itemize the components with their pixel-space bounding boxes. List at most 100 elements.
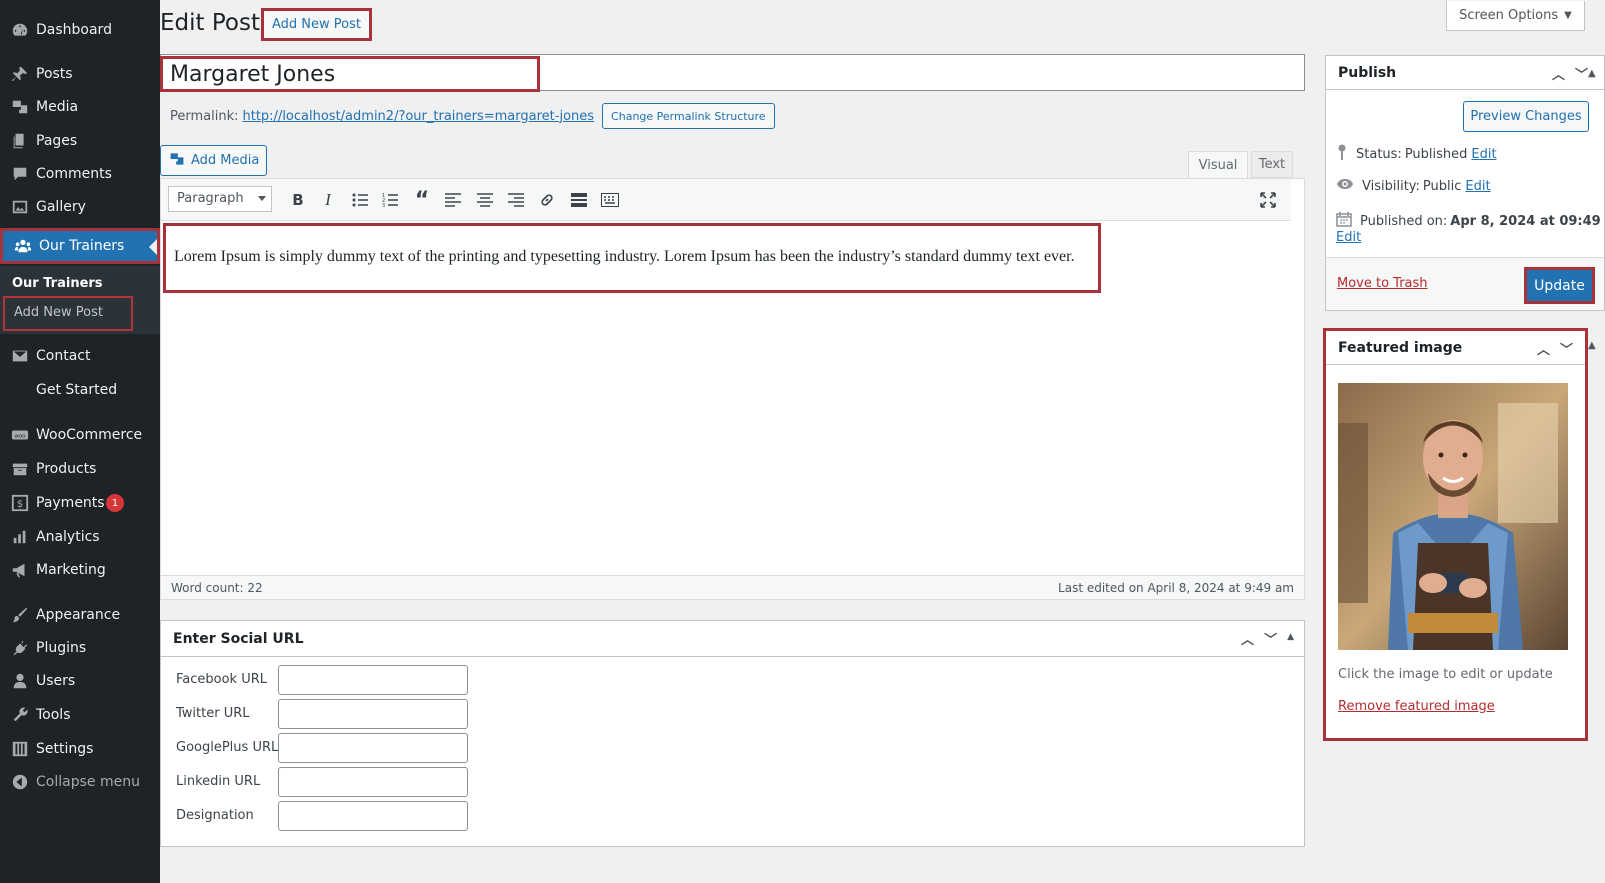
admin-sidebar: Dashboard Posts Media Pages Comments Gal… [0,0,160,883]
user-icon [10,671,30,691]
sidebar-item-tools[interactable]: Tools [0,699,160,731]
permalink-row: Permalink: http://localhost/admin2/?our_… [170,103,775,129]
update-button[interactable]: Update [1524,267,1595,304]
collapse-menu-button[interactable]: Collapse menu [0,766,160,798]
move-up-icon[interactable]: ︿ [1537,339,1550,358]
add-new-post-button[interactable]: Add New Post [261,8,372,41]
sidebar-item-get-started[interactable]: Get Started [0,374,160,406]
sidebar-item-settings[interactable]: Settings [0,733,160,765]
googleplus-url-input[interactable] [278,733,468,763]
preview-changes-button[interactable]: Preview Changes [1463,101,1589,132]
visibility-label: Visibility: [1362,178,1420,194]
sidebar-item-comments[interactable]: Comments [0,158,160,190]
align-right-icon[interactable] [503,187,529,213]
sidebar-item-contact[interactable]: Contact [0,340,160,372]
align-left-icon[interactable] [440,187,466,213]
read-more-icon[interactable] [566,187,592,213]
keyboard-icon[interactable] [597,187,623,213]
italic-icon[interactable]: I [315,187,341,213]
visibility-edit-link[interactable]: Edit [1465,179,1490,194]
featured-image-thumbnail[interactable] [1338,383,1568,650]
calendar-icon [1336,211,1352,231]
content-editor: Paragraph B I 123 “ Lorem Ipsum is simpl… [160,178,1305,600]
bold-icon[interactable]: B [285,187,311,213]
published-on-value: Apr 8, 2024 at 09:49 [1450,213,1601,229]
pin-icon [1336,144,1348,164]
media-icon [10,97,30,117]
twitter-url-label: Twitter URL [176,706,250,721]
word-count: Word count: 22 [171,581,263,595]
sidebar-item-dashboard[interactable]: Dashboard [0,14,160,46]
move-down-icon[interactable]: ﹀ [1264,629,1277,648]
move-down-icon[interactable]: ﹀ [1560,339,1573,358]
social-url-header: Enter Social URL ︿ ﹀ ▲ [161,621,1304,657]
designation-input[interactable] [278,801,468,831]
fullscreen-icon[interactable] [1255,187,1281,213]
change-permalink-button[interactable]: Change Permalink Structure [602,103,775,129]
sidebar-item-posts[interactable]: Posts [0,58,160,90]
sidebar-item-woocommerce[interactable]: woo WooCommerce [0,419,160,451]
sidebar-item-gallery[interactable]: Gallery [0,191,160,223]
tab-visual[interactable]: Visual [1188,151,1248,178]
post-title-input[interactable]: Margaret Jones [160,56,540,92]
toggle-panel-icon[interactable]: ▲ [1287,629,1294,648]
linkedin-url-input[interactable] [278,767,468,797]
svg-text:3: 3 [382,203,385,207]
toggle-panel-icon[interactable]: ▲ [1588,340,1596,351]
dollar-icon: $ [10,493,30,513]
published-on-edit-link[interactable]: Edit [1336,230,1361,245]
facebook-url-input[interactable] [278,665,468,695]
designation-label: Designation [176,808,254,823]
format-select[interactable]: Paragraph [168,186,272,212]
submenu-add-new-post[interactable]: Add New Post [3,296,133,331]
move-to-trash-link[interactable]: Move to Trash [1337,276,1428,291]
sidebar-item-appearance[interactable]: Appearance [0,599,160,631]
link-icon[interactable] [534,187,560,213]
screen-options-button[interactable]: Screen Options ▼ [1446,1,1585,31]
add-media-button[interactable]: Add Media [160,145,267,176]
move-up-icon[interactable]: ︿ [1241,629,1254,648]
publish-header: Publish ︿ ﹀ [1326,56,1604,90]
publish-metabox: Publish ︿ ﹀ Preview Changes Status: Publ… [1325,55,1605,311]
page-title: Edit Post [160,10,260,36]
permalink-label: Permalink: [170,108,239,124]
sidebar-item-media[interactable]: Media [0,91,160,123]
mail-icon [10,346,30,366]
word-count-bar: Word count: 22 Last edited on April 8, 2… [160,575,1305,600]
dashboard-icon [10,20,30,40]
sidebar-item-marketing[interactable]: Marketing [0,554,160,586]
bullet-list-icon[interactable] [347,187,373,213]
caret-down-icon: ▼ [1564,10,1572,21]
sidebar-item-plugins[interactable]: Plugins [0,632,160,664]
megaphone-icon [10,560,30,580]
sidebar-item-analytics[interactable]: Analytics [0,521,160,553]
twitter-url-input[interactable] [278,699,468,729]
metabox-controls: ︿ ﹀ [1537,339,1573,358]
tab-text[interactable]: Text [1251,151,1293,178]
brush-icon [10,605,30,625]
blockquote-icon[interactable]: “ [409,187,435,213]
status-edit-link[interactable]: Edit [1471,147,1496,162]
featured-image-title: Featured image [1338,340,1463,356]
svg-text:$: $ [17,499,23,510]
sidebar-item-users[interactable]: Users [0,665,160,697]
sidebar-item-our-trainers[interactable]: Our Trainers [0,228,160,264]
metabox-controls: ︿ ﹀ [1552,64,1588,83]
sidebar-item-pages[interactable]: Pages [0,125,160,157]
format-select-value: Paragraph [177,191,244,206]
align-center-icon[interactable] [472,187,498,213]
eye-icon [1336,178,1354,194]
remove-featured-image-link[interactable]: Remove featured image [1338,699,1495,714]
sidebar-item-products[interactable]: Products [0,453,160,485]
visibility-row: Visibility: Public Edit [1336,178,1491,194]
numbered-list-icon[interactable]: 123 [377,187,403,213]
editor-content[interactable]: Lorem Ipsum is simply dummy text of the … [163,223,1101,293]
permalink-link[interactable]: http://localhost/admin2/?our_trainers=ma… [243,109,595,124]
toggle-panel-icon[interactable]: ▲ [1588,68,1596,79]
move-down-icon[interactable]: ﹀ [1575,64,1588,83]
submenu-title[interactable]: Our Trainers [12,276,103,291]
woo-icon: woo [10,425,30,445]
metabox-controls: ︿ ﹀ ▲ [1241,629,1294,648]
move-up-icon[interactable]: ︿ [1552,64,1565,83]
sidebar-item-payments[interactable]: $ Payments 1 [0,487,160,519]
